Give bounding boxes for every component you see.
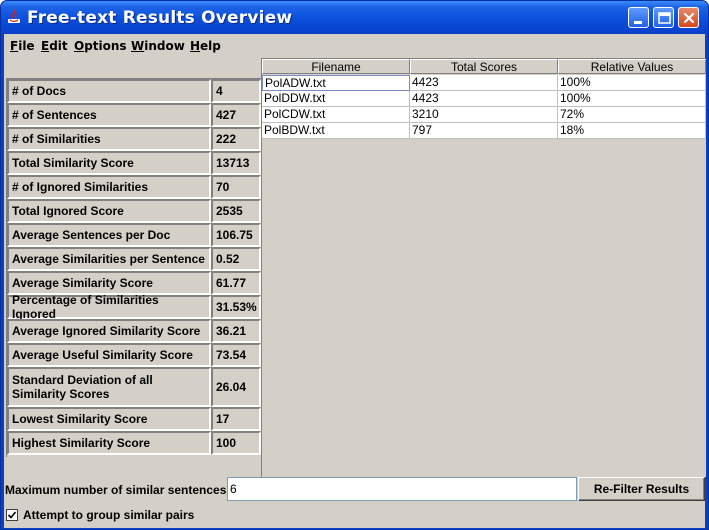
stat-row: Standard Deviation of all Similarity Sco… [7, 367, 261, 407]
max-similar-label: Maximum number of similar sentences [5, 483, 227, 497]
menu-options[interactable]: Options [74, 39, 127, 53]
table-cell[interactable]: PolCDW.txt [262, 107, 410, 123]
stat-value: 4 [211, 79, 261, 103]
refilter-results-button[interactable]: Re-Filter Results [578, 477, 705, 501]
stat-label: Average Similarity Score [7, 271, 211, 295]
minimize-button[interactable] [628, 7, 649, 28]
max-similar-input[interactable]: 6 [227, 477, 577, 501]
menu-options-mnemonic: O [74, 39, 85, 53]
table-cell[interactable]: 4423 [410, 75, 558, 91]
menu-file-rest: ile [18, 39, 35, 53]
menu-window[interactable]: Window [131, 39, 185, 53]
table-cell[interactable]: 4423 [410, 91, 558, 107]
menu-edit-mnemonic: E [41, 39, 50, 53]
window-title: Free-text Results Overview [27, 8, 293, 28]
stat-value: 17 [211, 407, 261, 431]
stat-row: Total Ignored Score 2535 [7, 199, 261, 223]
stat-label: Average Similarities per Sentence [7, 247, 211, 271]
client-area: File Edit Options Window Help # of Docs 4… [4, 34, 706, 528]
stat-value: 70 [211, 175, 261, 199]
table-cell[interactable]: PolBDW.txt [262, 123, 410, 139]
menu-options-rest: ptions [84, 39, 127, 53]
table-cell[interactable]: PolDDW.txt [262, 91, 410, 107]
stat-value: 100 [211, 431, 261, 455]
stat-label: # of Sentences [7, 103, 211, 127]
stat-row: Average Sentences per Doc 106.75 [7, 223, 261, 247]
close-button[interactable] [678, 7, 699, 28]
menu-edit-rest: dit [49, 39, 68, 53]
menu-bar: File Edit Options Window Help [4, 34, 705, 58]
stat-value: 13713 [211, 151, 261, 175]
checkmark-icon [7, 511, 17, 519]
stat-label: Total Ignored Score [7, 199, 211, 223]
group-pairs-checkbox[interactable] [6, 509, 18, 521]
stat-row: Average Similarities per Sentence 0.52 [7, 247, 261, 271]
stat-label: Average Sentences per Doc [7, 223, 211, 247]
table-cell[interactable]: 3210 [410, 107, 558, 123]
stat-label: Highest Similarity Score [7, 431, 211, 455]
stat-label: Average Useful Similarity Score [7, 343, 211, 367]
stat-value: 26.04 [211, 367, 261, 407]
stat-row: Lowest Similarity Score 17 [7, 407, 261, 431]
stat-value: 73.54 [211, 343, 261, 367]
stat-value: 0.52 [211, 247, 261, 271]
stat-value: 106.75 [211, 223, 261, 247]
stat-label: Total Similarity Score [7, 151, 211, 175]
table-cell[interactable]: 72% [558, 107, 706, 123]
table-cell[interactable]: 100% [558, 75, 706, 91]
table-cell[interactable]: 100% [558, 91, 706, 107]
minimize-icon [634, 21, 642, 24]
stat-row: Average Ignored Similarity Score 36.21 [7, 319, 261, 343]
table-cell[interactable]: PolADW.txt [262, 75, 410, 91]
title-bar[interactable]: Free-text Results Overview [1, 1, 708, 34]
menu-file-mnemonic: F [10, 39, 19, 53]
stat-value: 2535 [211, 199, 261, 223]
stat-label: Standard Deviation of all Similarity Sco… [7, 367, 211, 407]
stat-row: Highest Similarity Score 100 [7, 431, 261, 455]
menu-file[interactable]: File [10, 39, 35, 53]
column-header[interactable]: Total Scores [410, 59, 558, 74]
stat-row: Average Useful Similarity Score 73.54 [7, 343, 261, 367]
maximize-button[interactable] [653, 7, 674, 28]
menu-help-mnemonic: H [190, 39, 201, 53]
menu-window-mnemonic: W [131, 39, 145, 53]
stat-label: # of Docs [7, 79, 211, 103]
stat-value: 61.77 [211, 271, 261, 295]
column-header[interactable]: Relative Values [558, 59, 706, 74]
results-table[interactable]: Filename Total Scores Relative Values PolAD… [261, 58, 706, 477]
table-cell[interactable]: 18% [558, 123, 706, 139]
app-window: Free-text Results Overview File Edit Opt… [0, 0, 709, 530]
maximize-icon [658, 12, 671, 24]
menu-help[interactable]: Help [190, 39, 221, 53]
stat-value: 31.53% [211, 295, 261, 319]
group-pairs-label: Attempt to group similar pairs [23, 508, 195, 522]
close-icon [683, 12, 695, 24]
stat-label: # of Similarities [7, 127, 211, 151]
menu-help-rest: elp [200, 39, 221, 53]
menu-window-rest: indow [144, 39, 185, 53]
stat-value: 36.21 [211, 319, 261, 343]
column-header[interactable]: Filename [262, 59, 410, 74]
stat-row: # of Similarities 222 [7, 127, 261, 151]
stat-row: Average Similarity Score 61.77 [7, 271, 261, 295]
stat-row: Total Similarity Score 13713 [7, 151, 261, 175]
stat-label: Lowest Similarity Score [7, 407, 211, 431]
java-app-icon [8, 9, 20, 23]
stat-label: Average Ignored Similarity Score [7, 319, 211, 343]
stat-value: 222 [211, 127, 261, 151]
stat-row: # of Ignored Similarities 70 [7, 175, 261, 199]
table-cell[interactable]: 797 [410, 123, 558, 139]
stat-label: Percentage of Similarities Ignored [7, 293, 211, 321]
stat-row: # of Sentences 427 [7, 103, 261, 127]
menu-edit[interactable]: Edit [41, 39, 68, 53]
stat-value: 427 [211, 103, 261, 127]
statistics-panel: # of Docs 4 # of Sentences 427 # of Similari… [6, 78, 261, 457]
stat-row: Percentage of Similarities Ignored 31.53% [7, 293, 261, 321]
stat-row: # of Docs 4 [7, 79, 261, 103]
stat-label: # of Ignored Similarities [7, 175, 211, 199]
